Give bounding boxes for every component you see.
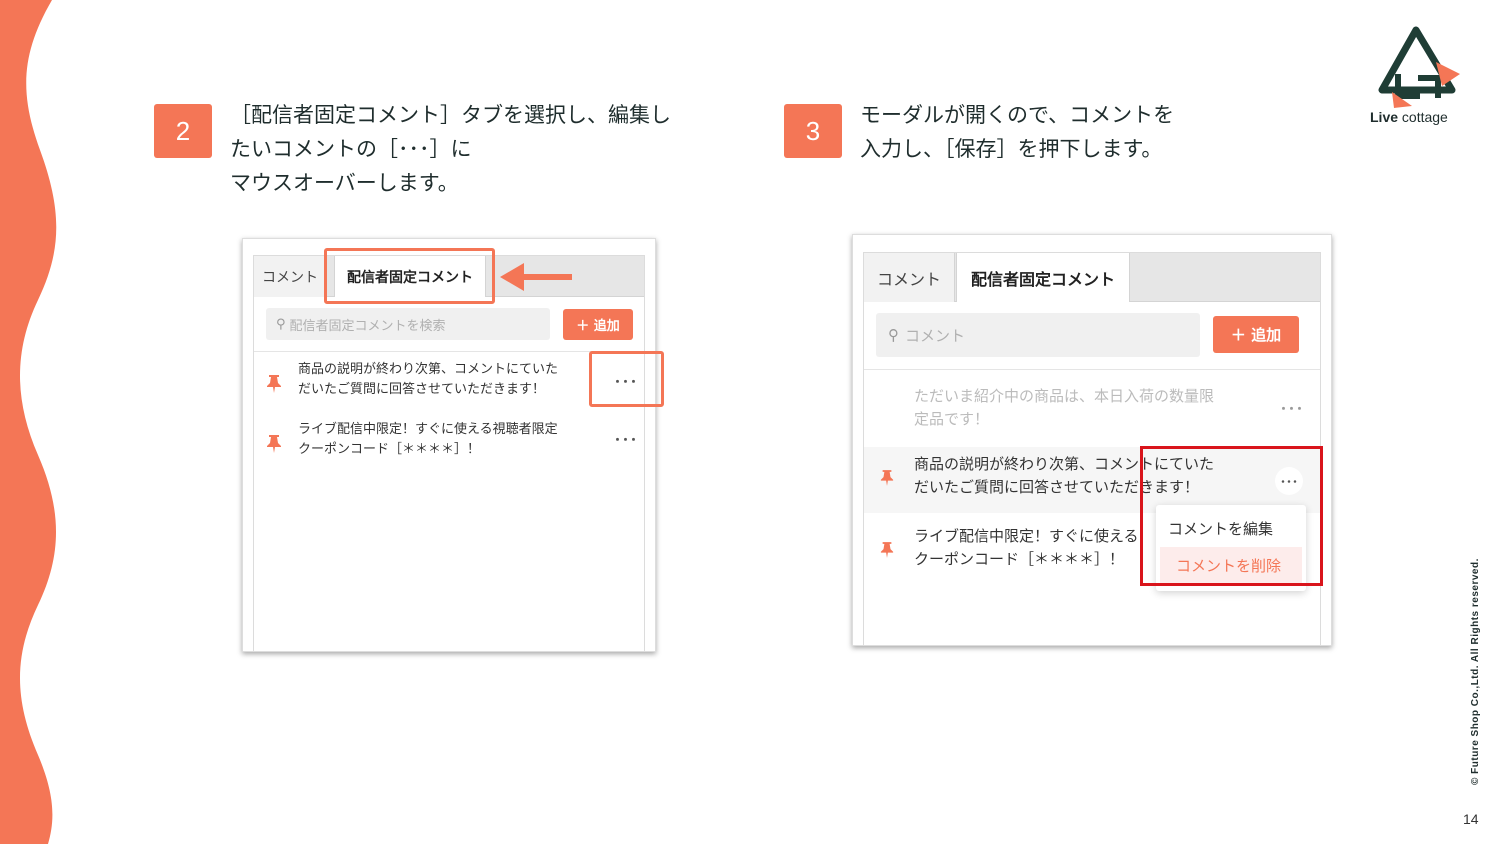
logo-wordmark: Live cottage — [1370, 109, 1448, 125]
comment-line: ライブ配信中限定！すぐに使える — [914, 527, 1139, 545]
list-item: 商品の説明が終わり次第、コメントにていた だいたご質問に回答させていただきます！… — [254, 360, 644, 412]
tab-comment-label: コメント — [876, 269, 941, 289]
menu-highlight-frame — [1140, 446, 1323, 586]
comment-line: 商品の説明が終わり次第、コメントにていた — [298, 362, 559, 377]
step-2-line-2: たいコメントの［･･･］に — [230, 137, 472, 161]
pin-icon — [880, 470, 894, 486]
step-2-number: 2 — [175, 115, 191, 146]
add-button-label: ＋ 追加 — [576, 319, 620, 334]
tab-bar: コメント 配信者固定コメント — [864, 253, 1320, 302]
wave-decoration — [0, 0, 57, 844]
comment-line: だいたご質問に回答させていただきます！ — [298, 382, 546, 398]
comment-line: クーポンコード［＊＊＊＊］！ — [914, 550, 1125, 569]
comment-line: ただいま紹介中の商品は、本日入荷の数量限 — [914, 387, 1215, 405]
comment-text: ライブ配信中限定！すぐに使える クーポンコード［＊＊＊＊］！ — [914, 525, 1139, 572]
tab-pinned-comment[interactable]: 配信者固定コメント — [956, 253, 1130, 302]
tab-comment-label: コメント — [262, 269, 318, 286]
comment-widget: コメント 配信者固定コメント ⚲ 配信者固定コメントを検索 ＋ 追加 商品の説明… — [253, 255, 645, 651]
step-2-badge: 2 — [154, 104, 212, 158]
logo-word-cottage: cottage — [1398, 109, 1448, 125]
list-item: ライブ配信中限定！すぐに使える視聴者限定 クーポンコード［＊＊＊＊］！ ･･･ — [254, 420, 644, 472]
search-icon: ⚲ — [888, 326, 899, 344]
pin-icon — [267, 375, 281, 393]
pin-icon — [267, 435, 281, 453]
search-icon: ⚲ — [276, 316, 286, 332]
search-input[interactable]: ⚲ 配信者固定コメントを検索 — [266, 308, 550, 340]
logo-word-live: Live — [1370, 109, 1399, 125]
divider — [864, 369, 1320, 370]
menu-highlight-frame — [589, 351, 664, 407]
comment-text: ただいま紹介中の商品は、本日入荷の数量限 定品です！ — [914, 385, 1214, 432]
add-button-label: ＋ 追加 — [1230, 326, 1282, 344]
comment-line: クーポンコード［＊＊＊＊］！ — [298, 442, 481, 458]
copyright-text: © Future Shop Co.,Ltd. All Rights reserv… — [1470, 558, 1481, 785]
tab-comment[interactable]: コメント — [864, 253, 955, 302]
step-3-line-2: 入力し、［保存］を押下します。 — [860, 137, 1163, 161]
comment-line: 定品です！ — [914, 410, 990, 429]
more-options-icon[interactable]: ･･･ — [1280, 399, 1304, 419]
step-2-instruction: ［配信者固定コメント］タブを選択し、編集し たいコメントの［･･･］に マウスオ… — [230, 98, 671, 200]
step-3-line-1: モーダルが開くので、コメントを — [860, 103, 1175, 127]
arrow-left-icon — [500, 263, 572, 291]
list-item: ただいま紹介中の商品は、本日入荷の数量限 定品です！ ･･･ — [864, 381, 1320, 443]
step-3-instruction: モーダルが開くので、コメントを 入力し、［保存］を押下します。 — [860, 98, 1174, 166]
comment-text: ライブ配信中限定！すぐに使える視聴者限定 クーポンコード［＊＊＊＊］！ — [298, 420, 558, 460]
add-button[interactable]: ＋ 追加 — [1213, 316, 1299, 353]
comment-text: 商品の説明が終わり次第、コメントにていた だいたご質問に回答させていただきます！ — [298, 360, 558, 400]
tab-pinned-label: 配信者固定コメント — [970, 269, 1115, 289]
comment-line: ライブ配信中限定！すぐに使える視聴者限定 — [298, 422, 558, 437]
search-placeholder: 配信者固定コメントを検索 — [289, 318, 446, 334]
tab-comment[interactable]: コメント — [254, 256, 327, 297]
step-2-line-1: ［配信者固定コメント］タブを選択し、編集し — [230, 103, 671, 127]
step-3-number: 3 — [805, 115, 821, 146]
step-3-badge: 3 — [784, 104, 842, 158]
more-options-icon[interactable]: ･･･ — [614, 430, 638, 450]
pin-icon — [880, 542, 894, 558]
step-2-line-3: マウスオーバーします。 — [230, 171, 459, 195]
search-placeholder: コメント — [905, 326, 966, 345]
search-input[interactable]: ⚲ コメント — [876, 313, 1200, 357]
divider — [254, 351, 644, 352]
page-number: 14 — [1463, 811, 1479, 827]
add-button[interactable]: ＋ 追加 — [563, 309, 633, 340]
tab-highlight-frame — [324, 248, 495, 304]
